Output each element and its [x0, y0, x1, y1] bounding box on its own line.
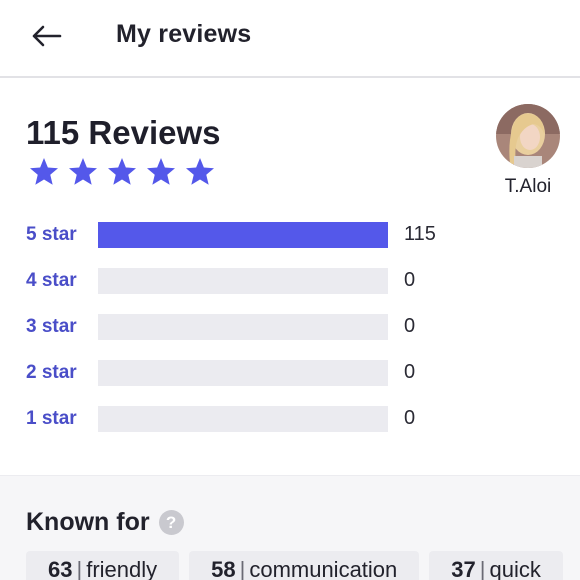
tag-count: 37 [451, 557, 476, 580]
tag-count: 63 [48, 557, 73, 580]
rating-bar-track [98, 406, 388, 432]
rating-row-2[interactable]: 2 star 0 [0, 358, 580, 388]
page-title: My reviews [116, 20, 252, 48]
rating-row-label[interactable]: 5 star [26, 224, 77, 246]
rating-row-label[interactable]: 2 star [26, 362, 77, 384]
tag-count: 58 [211, 557, 236, 580]
tag-label: communication [249, 557, 398, 580]
tag-separator: | [239, 557, 246, 580]
known-for-tags: 63 | friendly 58 | communication 37 | quick [26, 551, 563, 580]
star-icon [186, 158, 214, 185]
rating-row-count: 0 [404, 407, 416, 429]
rating-bar-track [98, 314, 388, 340]
top-bar: My reviews [0, 0, 580, 78]
back-button[interactable] [24, 16, 68, 56]
star-icon [147, 158, 175, 185]
rating-bar-track [98, 268, 388, 294]
rating-row-label[interactable]: 4 star [26, 270, 77, 292]
help-icon[interactable]: ? [158, 510, 184, 535]
known-for-title: Known for [26, 508, 150, 536]
rating-row-3[interactable]: 3 star 0 [0, 312, 580, 342]
known-for-tag[interactable]: 63 | friendly [26, 551, 180, 580]
tag-label: friendly [86, 557, 158, 580]
rating-row-1[interactable]: 1 star 0 [0, 404, 580, 434]
star-icon [69, 158, 97, 185]
rating-row-label[interactable]: 1 star [26, 408, 77, 430]
reviewer-profile: T.Aloi [488, 104, 568, 198]
rating-row-label[interactable]: 3 star [26, 316, 77, 338]
arrow-left-icon [32, 25, 62, 47]
reviews-count: 115 Reviews [26, 114, 221, 151]
rating-row-count: 0 [404, 315, 416, 337]
rating-stars [28, 156, 216, 188]
known-for-section: Known for ? 63 | friendly 58 | communication… [0, 475, 580, 580]
star-icon [108, 158, 136, 185]
rating-row-count: 0 [404, 361, 416, 383]
tag-label: quick [489, 557, 541, 580]
reviews-summary: 115 Reviews T.Aloi 5 star 115 4 star 0 3… [0, 80, 580, 475]
rating-row-count: 115 [404, 223, 436, 245]
avatar-image [496, 104, 560, 168]
avatar[interactable] [496, 104, 560, 168]
known-for-tag[interactable]: 37 | quick [429, 551, 563, 580]
known-for-tag[interactable]: 58 | communication [189, 551, 420, 580]
rating-row-4[interactable]: 4 star 0 [0, 266, 580, 296]
rating-bar-track [98, 222, 388, 248]
tag-separator: | [76, 557, 83, 580]
rating-bar-fill [98, 222, 388, 248]
star-icon [30, 158, 58, 185]
rating-row-5[interactable]: 5 star 115 [0, 220, 580, 250]
reviewer-name: T.Aloi [504, 176, 552, 197]
tag-separator: | [479, 557, 486, 580]
rating-bar-track [98, 360, 388, 386]
rating-row-count: 0 [404, 269, 416, 291]
known-for-heading: Known for ? [26, 508, 184, 537]
